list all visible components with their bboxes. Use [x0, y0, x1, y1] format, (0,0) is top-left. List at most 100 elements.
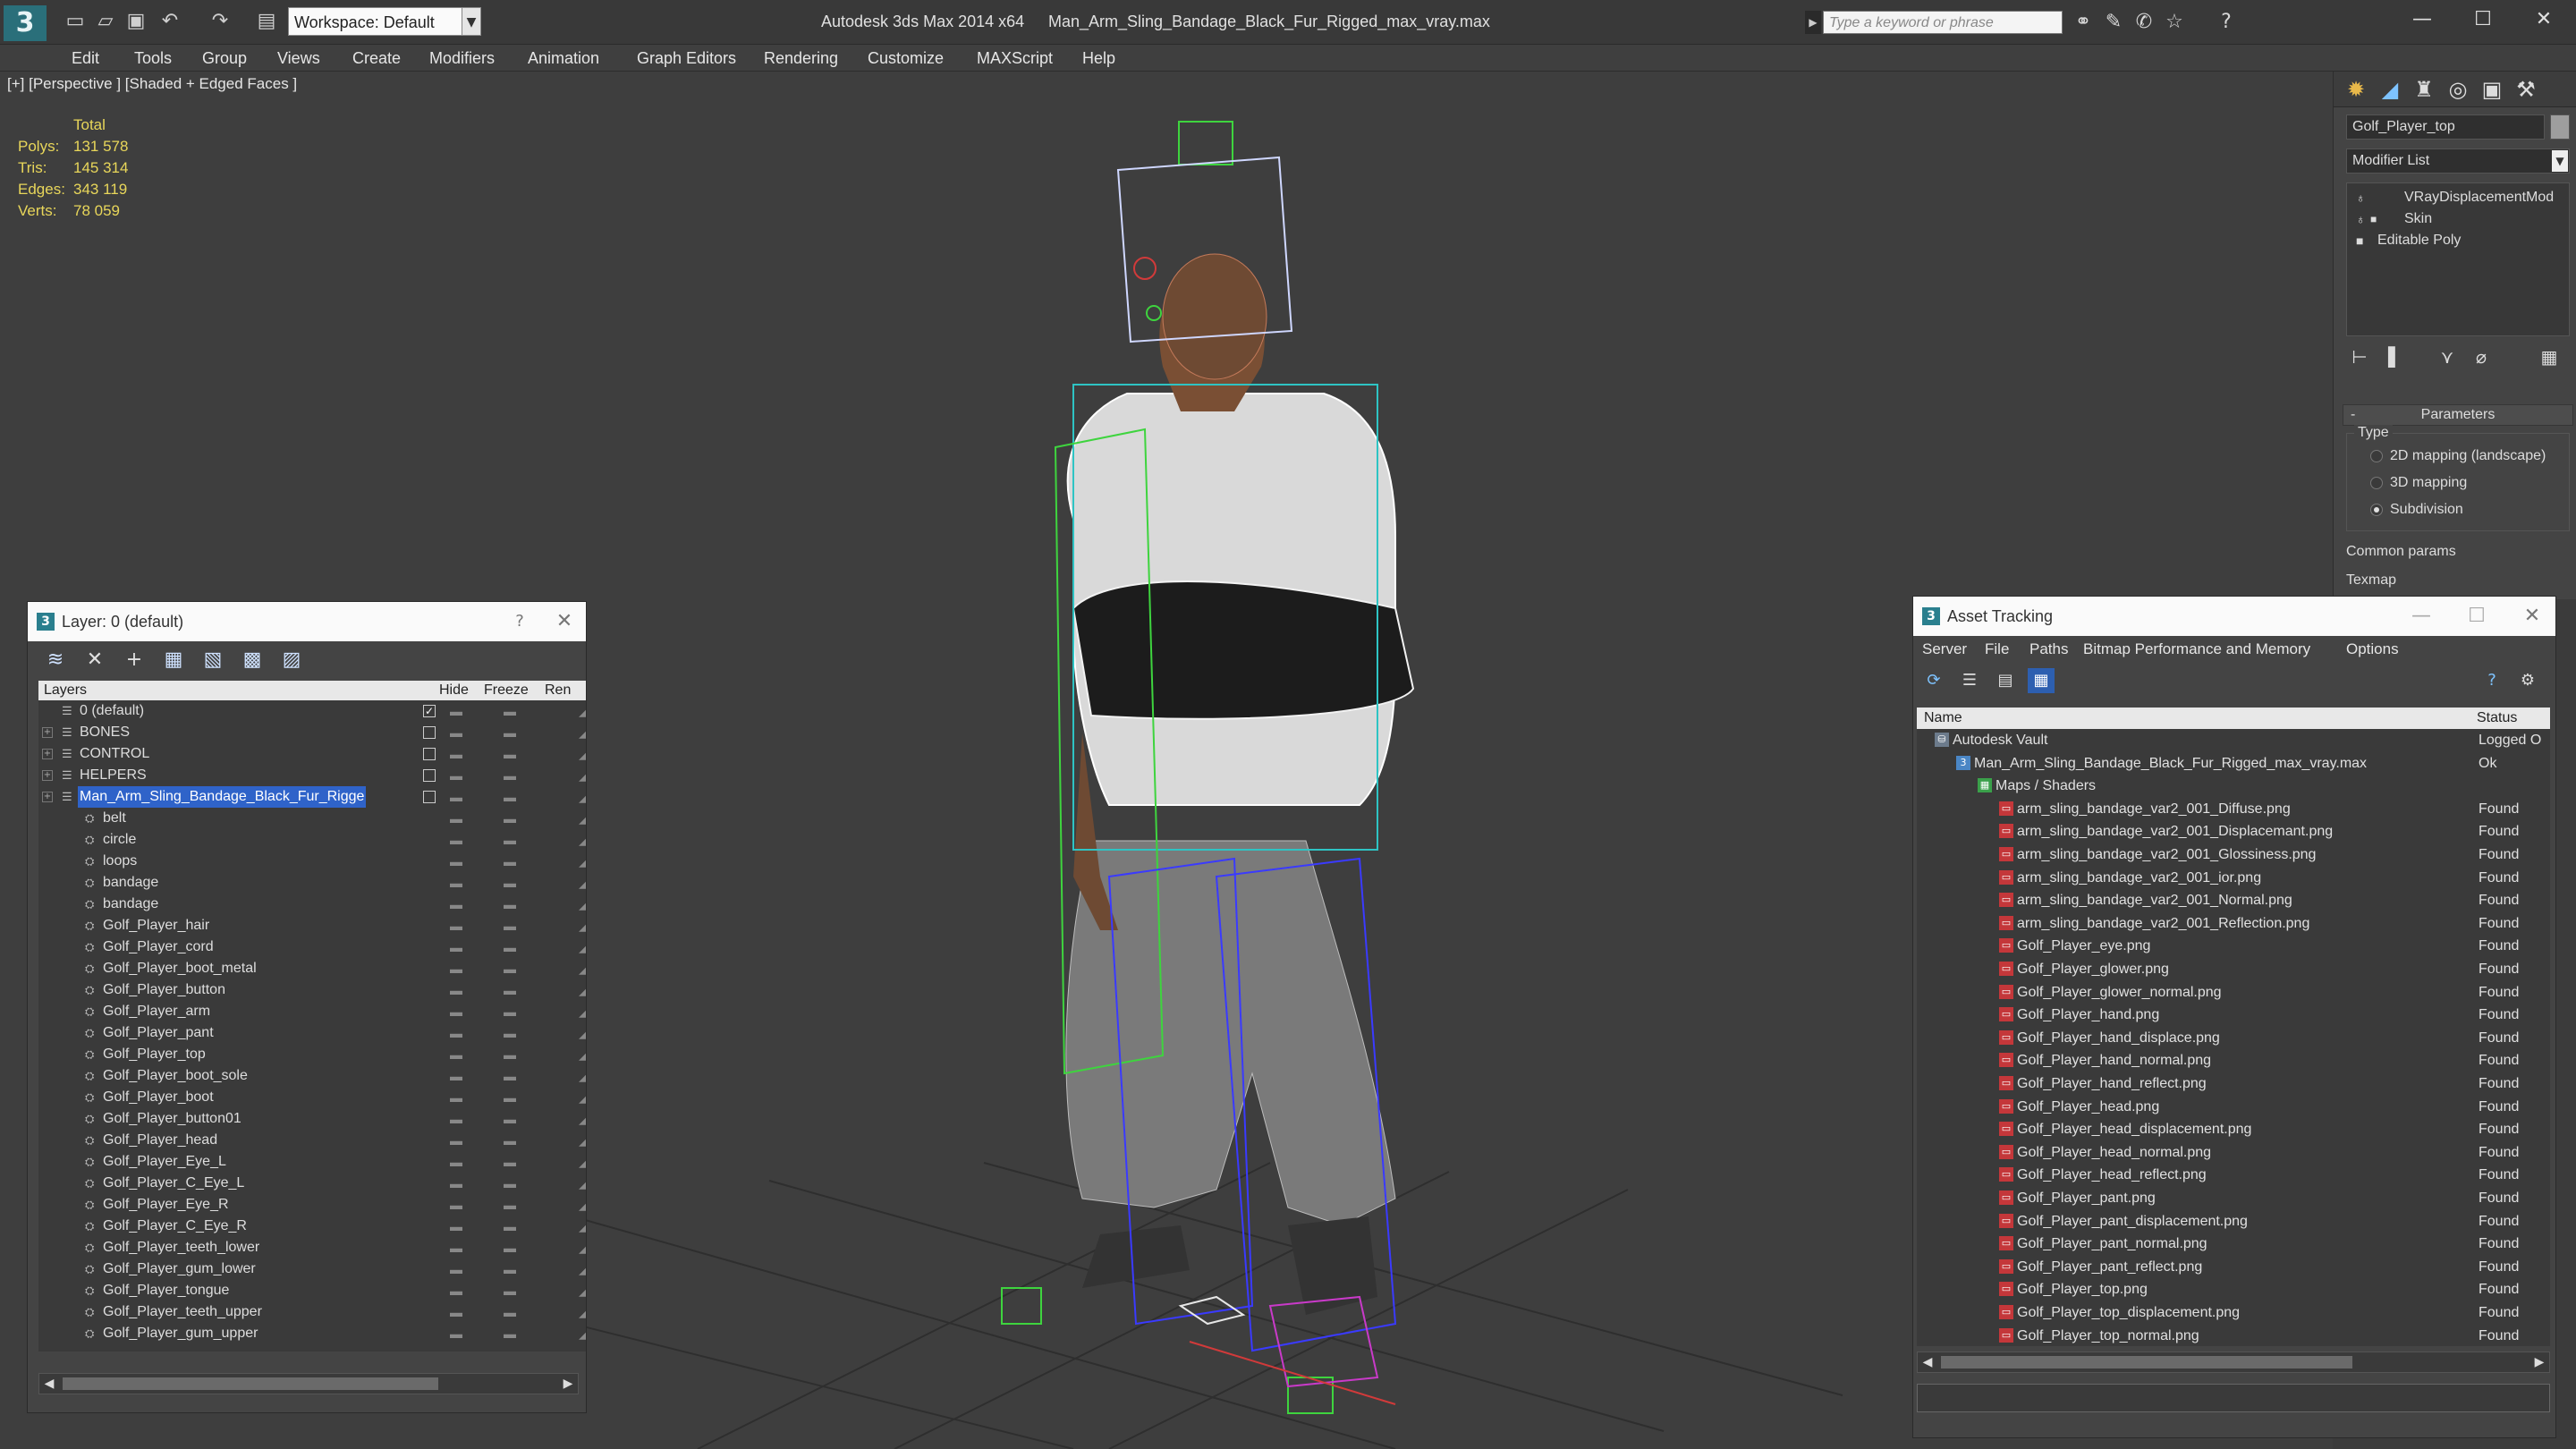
render-toggle[interactable]: ◢	[579, 1216, 586, 1237]
chevron-down-icon[interactable]: ▼	[2552, 150, 2568, 172]
undo-icon[interactable]: ↶	[157, 7, 182, 36]
hide-toggle[interactable]: ▬	[450, 1194, 462, 1216]
close-icon[interactable]: ✕	[545, 602, 584, 641]
binoculars-icon[interactable]: ⚭	[2070, 9, 2097, 36]
motion-tab-icon[interactable]: ◎	[2443, 75, 2473, 104]
open-file-icon[interactable]: ▱	[93, 7, 118, 36]
scroll-left-icon[interactable]: ◀	[39, 1374, 59, 1394]
layer-object-row[interactable]: ⛭ Golf_Player_Eye_L ▬ ▬ ◢	[38, 1151, 586, 1173]
hide-toggle[interactable]: ▬	[450, 765, 462, 786]
search-expand-icon[interactable]: ▶	[1805, 11, 1821, 34]
hide-toggle[interactable]: ▬	[450, 958, 462, 979]
maximize-icon[interactable]: ☐	[2457, 597, 2496, 636]
freeze-toggle[interactable]: ▬	[504, 1151, 516, 1173]
help-icon[interactable]: ?	[2213, 9, 2240, 36]
asset-row[interactable]: ▭ Golf_Player_glower.png Found	[1917, 958, 2550, 980]
render-toggle[interactable]: ◢	[579, 1237, 586, 1258]
asset-row[interactable]: ▭ arm_sling_bandage_var2_001_Displacemant…	[1917, 820, 2550, 843]
asset-row[interactable]: ▭ Golf_Player_head_normal.png Found	[1917, 1141, 2550, 1164]
render-toggle[interactable]: ◢	[579, 1044, 586, 1065]
layer-row[interactable]: + ☰ BONES ▬ ▬ ◢	[38, 722, 586, 743]
stack-item-vraydisplacement[interactable]: ♁ VRayDisplacementMod	[2347, 187, 2569, 208]
remove-modifier-icon[interactable]: ⌀	[2468, 343, 2495, 370]
render-toggle[interactable]: ◢	[579, 979, 586, 1001]
layer-row[interactable]: + ☰ Man_Arm_Sling_Bandage_Black_Fur_Rigge ▬…	[38, 786, 586, 808]
expand-icon[interactable]: +	[42, 770, 53, 781]
freeze-toggle[interactable]: ▬	[504, 1194, 516, 1216]
object-color-swatch[interactable]	[2550, 114, 2570, 140]
freeze-toggle[interactable]: ▬	[504, 915, 516, 936]
freeze-toggle[interactable]: ▬	[504, 743, 516, 765]
pin-stack-icon[interactable]: ⊢	[2346, 343, 2373, 370]
menu-create[interactable]: Create	[352, 45, 401, 72]
project-folder-icon[interactable]: ▤	[254, 7, 279, 36]
new-file-icon[interactable]: ▭	[63, 7, 88, 36]
hide-toggle[interactable]: ▬	[450, 829, 462, 851]
freeze-toggle[interactable]: ▬	[504, 1022, 516, 1044]
render-toggle[interactable]: ◢	[579, 743, 586, 765]
select-objects-icon[interactable]: ▦	[158, 647, 189, 674]
layer-object-row[interactable]: ⛭ Golf_Player_teeth_lower ▬ ▬ ◢	[38, 1237, 586, 1258]
layer-horizontal-scrollbar[interactable]: ◀ ▶	[38, 1373, 579, 1394]
hide-toggle[interactable]: ▬	[450, 936, 462, 958]
delete-layer-icon[interactable]: ✕	[80, 647, 110, 674]
hide-toggle[interactable]: ▬	[450, 700, 462, 722]
scroll-thumb[interactable]	[63, 1377, 438, 1390]
asset-menu-bitmap-performance[interactable]: Bitmap Performance and Memory	[2083, 636, 2310, 663]
freeze-toggle[interactable]: ▬	[504, 1301, 516, 1323]
layer-object-row[interactable]: ⛭ bandage ▬ ▬ ◢	[38, 894, 586, 915]
layer-object-row[interactable]: ⛭ Golf_Player_head ▬ ▬ ◢	[38, 1130, 586, 1151]
radio-dot[interactable]	[2370, 477, 2383, 489]
create-tab-icon[interactable]: ✹	[2341, 75, 2371, 104]
viewport-label[interactable]: [+] [Perspective ] [Shaded + Edged Faces…	[7, 75, 297, 93]
layer-object-row[interactable]: ⛭ belt ▬ ▬ ◢	[38, 808, 586, 829]
render-toggle[interactable]: ◢	[579, 1151, 586, 1173]
asset-row[interactable]: ▭ arm_sling_bandage_var2_001_ior.png Found	[1917, 867, 2550, 889]
freeze-toggle[interactable]: ▬	[504, 786, 516, 808]
asset-row[interactable]: ▭ Golf_Player_eye.png Found	[1917, 935, 2550, 957]
render-toggle[interactable]: ◢	[579, 1301, 586, 1323]
freeze-toggle[interactable]: ▬	[504, 765, 516, 786]
freeze-toggle[interactable]: ▬	[504, 1173, 516, 1194]
hide-toggle[interactable]: ▬	[450, 743, 462, 765]
hierarchy-tab-icon[interactable]: ♜	[2409, 75, 2439, 104]
hide-toggle[interactable]: ▬	[450, 1130, 462, 1151]
chevron-down-icon[interactable]: ▼	[462, 7, 481, 36]
asset-row[interactable]: ▭ Golf_Player_pant_displacement.png Found	[1917, 1210, 2550, 1233]
asset-row[interactable]: ▭ Golf_Player_hand_reflect.png Found	[1917, 1072, 2550, 1095]
hide-toggle[interactable]: ▬	[450, 894, 462, 915]
radio-3d-mapping[interactable]: 3D mapping	[2370, 471, 2567, 495]
layer-object-row[interactable]: ⛭ Golf_Player_arm ▬ ▬ ◢	[38, 1001, 586, 1022]
collapse-icon[interactable]: -	[2351, 405, 2355, 425]
hide-toggle[interactable]: ▬	[450, 1065, 462, 1087]
render-toggle[interactable]: ◢	[579, 851, 586, 872]
create-layer-icon[interactable]: ≋	[40, 647, 71, 674]
light-bulb-icon[interactable]: ♁	[2356, 187, 2366, 208]
freeze-toggle[interactable]: ▬	[504, 1280, 516, 1301]
asset-menu-file[interactable]: File	[1985, 636, 2009, 663]
layer-row[interactable]: ☰ 0 (default) ✓ ▬ ▬ ◢	[38, 700, 586, 722]
hide-toggle[interactable]: ▬	[450, 1108, 462, 1130]
hide-toggle[interactable]: ▬	[450, 1087, 462, 1108]
expand-icon[interactable]: ■	[2370, 208, 2377, 230]
hide-toggle[interactable]: ▬	[450, 1173, 462, 1194]
hide-toggle[interactable]: ▬	[450, 1323, 462, 1344]
layer-object-row[interactable]: ⛭ Golf_Player_gum_upper ▬ ▬ ◢	[38, 1323, 586, 1344]
menu-graph-editors[interactable]: Graph Editors	[637, 45, 736, 72]
hide-all-icon[interactable]: ▩	[237, 647, 267, 674]
scroll-thumb[interactable]	[1941, 1356, 2352, 1368]
render-toggle[interactable]: ◢	[579, 1194, 586, 1216]
layer-object-row[interactable]: ⛭ Golf_Player_pant ▬ ▬ ◢	[38, 1022, 586, 1044]
render-toggle[interactable]: ◢	[579, 1001, 586, 1022]
freeze-toggle[interactable]: ▬	[504, 958, 516, 979]
asset-row[interactable]: ▭ Golf_Player_pant.png Found	[1917, 1187, 2550, 1209]
menu-customize[interactable]: Customize	[868, 45, 944, 72]
freeze-toggle[interactable]: ▬	[504, 872, 516, 894]
menu-help[interactable]: Help	[1082, 45, 1115, 72]
render-toggle[interactable]: ◢	[579, 1323, 586, 1344]
detail-view-icon[interactable]: ▤	[1992, 668, 2019, 693]
asset-row[interactable]: ▭ Golf_Player_head_reflect.png Found	[1917, 1164, 2550, 1186]
freeze-toggle[interactable]: ▬	[504, 1237, 516, 1258]
asset-menu-paths[interactable]: Paths	[2029, 636, 2068, 663]
hide-toggle[interactable]: ▬	[450, 1151, 462, 1173]
